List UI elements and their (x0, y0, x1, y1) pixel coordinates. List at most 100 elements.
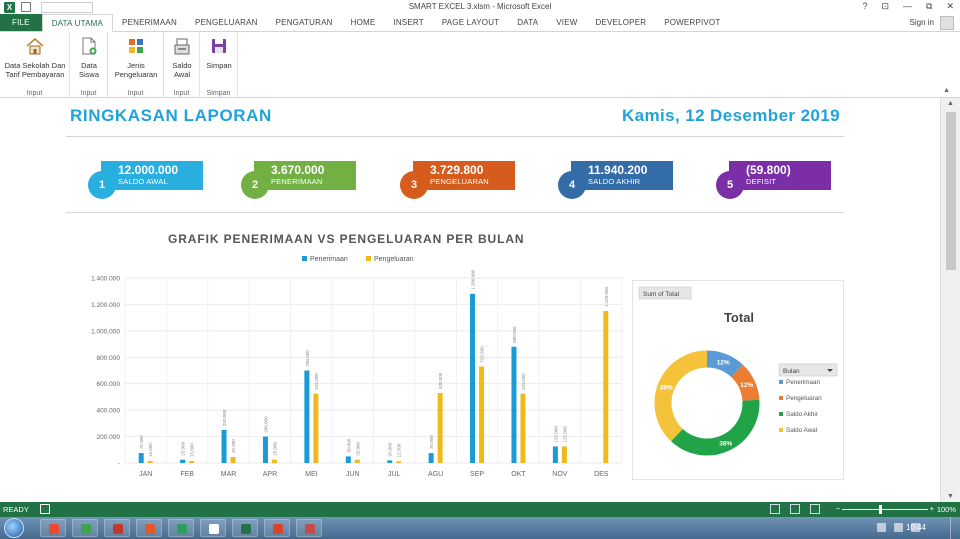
group-label-input: Input (127, 90, 144, 97)
kpi-label: DEFISIT (746, 177, 777, 186)
view-switcher (770, 504, 820, 514)
tab-file[interactable]: FILE (0, 14, 42, 31)
close-button[interactable]: ✕ (946, 1, 954, 12)
page-break-view-icon[interactable] (810, 504, 820, 514)
legend-swatch (779, 428, 783, 432)
donut-data-label: 38% (660, 384, 673, 391)
normal-view-icon[interactable] (770, 504, 780, 514)
page-layout-view-icon[interactable] (790, 504, 800, 514)
taskbar-app-icon[interactable] (104, 519, 130, 537)
y-tick-label: 800.000 (97, 355, 121, 362)
kpi-number: 4 (558, 171, 586, 199)
excel-logo-icon: X (4, 1, 15, 13)
home-icon (26, 37, 44, 55)
macro-record-icon[interactable] (40, 504, 50, 514)
y-tick-label: - (118, 461, 120, 468)
zoom-level[interactable]: 100% (937, 505, 956, 514)
avatar[interactable] (940, 16, 954, 30)
worksheet[interactable]: RINGKASAN LAPORAN Kamis, 12 Desember 201… (0, 98, 940, 502)
tab-powerpivot[interactable]: POWERPIVOT (655, 14, 729, 31)
zoom-in-button[interactable]: + (930, 504, 934, 513)
bar-chart-title: GRAFIK PENERIMAAN VS PENGELUARAN PER BUL… (168, 232, 525, 246)
tab-pengeluaran[interactable]: PENGELUARAN (186, 14, 267, 31)
kpi-value: 3.729.800 (430, 163, 484, 177)
bar-pengeluaran-jun (354, 459, 360, 463)
restore-button[interactable]: ⧉ (926, 1, 932, 12)
legend-swatch (779, 396, 783, 400)
legend-swatch-penerimaan (302, 256, 307, 261)
start-button[interactable] (4, 518, 24, 538)
taskbar-app-icon[interactable] (136, 519, 162, 537)
x-tick-label: AGU (428, 471, 443, 478)
data-sekolah-button[interactable]: Data Sekolah Dan Tarif Pembayaran (2, 36, 68, 79)
ribbon-display-button[interactable]: ⊡ (881, 1, 889, 12)
x-tick-label: FEB (180, 471, 194, 478)
data-label: 200.000 (263, 416, 268, 433)
data-label: 250.000 (222, 409, 227, 426)
taskbar-app-icon[interactable] (232, 519, 258, 537)
tab-penerimaan[interactable]: PENERIMAAN (113, 14, 186, 31)
y-tick-label: 1.000.000 (91, 328, 120, 335)
tab-view[interactable]: VIEW (547, 14, 586, 31)
tab-page-layout[interactable]: PAGE LAYOUT (433, 14, 508, 31)
app-glyph-icon (241, 524, 251, 534)
data-label: 700.000 (305, 350, 310, 367)
name-box[interactable] (41, 1, 93, 13)
kpi-pengeluaran: 3 3.729.800 PENGELUARAN (400, 161, 530, 201)
bar-pengeluaran-okt (520, 393, 526, 463)
taskbar-app-icon[interactable] (264, 519, 290, 537)
category-grid-icon (129, 39, 143, 53)
window-title: SMART EXCEL 3.xlsm - Microsoft Excel (408, 2, 552, 11)
ribbon-group-input-2: Data Siswa Input (70, 32, 108, 98)
zoom-slider-knob[interactable] (879, 505, 882, 514)
chart-legend: Penerimaan Pengeluaran (302, 256, 414, 263)
legend-label: Saldo Awal (786, 427, 817, 434)
show-desktop-button[interactable] (950, 517, 960, 539)
taskbar-app-icon[interactable] (168, 519, 194, 537)
tab-home[interactable]: HOME (342, 14, 385, 31)
y-tick-label: 200.000 (97, 434, 121, 441)
help-button[interactable]: ? (862, 1, 867, 12)
jenis-pengeluaran-button[interactable]: Jenis Pengeluaran (111, 36, 161, 79)
data-siswa-button[interactable]: Data Siswa (73, 36, 105, 79)
vertical-scrollbar[interactable]: ▲ ▼ (940, 98, 960, 502)
tab-pengaturan[interactable]: PENGATURAN (267, 14, 342, 31)
bar-chart[interactable]: Penerimaan Pengeluaran - 200.000 400.000 600.… (80, 248, 625, 483)
pivot-chart-panel[interactable]: Sum of Total Total 12% 12% 38% 38% Bulan Peneri… (632, 280, 844, 480)
scroll-thumb[interactable] (946, 112, 956, 270)
donut-chart[interactable]: Sum of Total Total 12% 12% 38% 38% Bulan Peneri… (633, 281, 845, 481)
tab-insert[interactable]: INSERT (384, 14, 432, 31)
donut-title: Total (724, 310, 754, 325)
divider (66, 212, 844, 213)
zoom-out-button[interactable]: − (836, 504, 840, 513)
zoom-slider[interactable] (842, 509, 928, 510)
tab-data-utama[interactable]: DATA UTAMA (41, 14, 114, 32)
tab-developer[interactable]: DEVELOPER (587, 14, 656, 31)
scroll-up-icon[interactable]: ▲ (947, 100, 954, 107)
sign-in-link[interactable]: Sign in (910, 18, 934, 27)
save-qat-icon[interactable] (21, 2, 31, 12)
tab-data[interactable]: DATA (508, 14, 547, 31)
saldo-awal-button[interactable]: Saldo Awal (167, 36, 197, 79)
tray-flag-icon[interactable] (877, 523, 886, 532)
bar-pengeluaran-mei (313, 393, 319, 463)
ribbon-group-simpan: Simpan Simpan (200, 32, 238, 98)
taskbar-app-icon[interactable] (40, 519, 66, 537)
taskbar-clock[interactable]: 10:44 (906, 523, 926, 532)
taskbar-app-icon[interactable] (296, 519, 322, 537)
collapse-ribbon-icon[interactable]: ▲ (943, 87, 950, 94)
simpan-button[interactable]: Simpan (203, 36, 235, 70)
data-label: 729.500 (480, 346, 485, 363)
donut-data-label: 38% (719, 440, 732, 447)
x-tick-label: JUN (346, 471, 360, 478)
data-label: 75.000 (139, 435, 144, 449)
minimize-button[interactable]: — (903, 1, 912, 12)
taskbar-app-icon[interactable] (72, 519, 98, 537)
tray-network-icon[interactable] (894, 523, 903, 532)
legend-label: Penerimaan (786, 379, 820, 386)
kpi-label: SALDO AKHIR (588, 177, 641, 186)
taskbar-app-icon[interactable] (200, 519, 226, 537)
donut-slice-saldo-akhir (671, 399, 760, 456)
scroll-down-icon[interactable]: ▼ (947, 493, 954, 500)
bar-pengeluaran-sep (479, 366, 485, 463)
